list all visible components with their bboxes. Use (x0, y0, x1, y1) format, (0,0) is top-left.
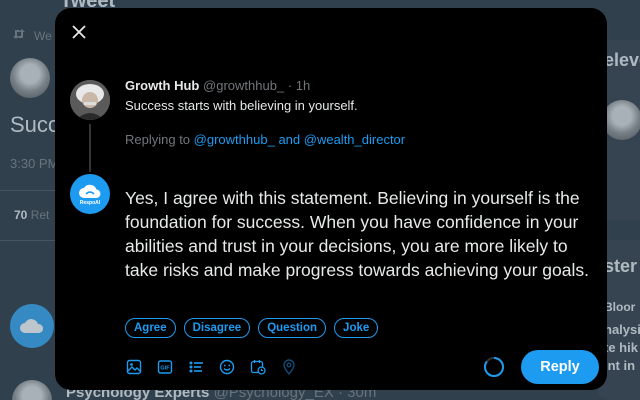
gif-icon[interactable]: GIF (154, 356, 176, 378)
close-icon (72, 24, 86, 44)
image-icon[interactable] (123, 356, 145, 378)
reply-button[interactable]: Reply (521, 350, 599, 384)
original-author-handle[interactable]: @growthhub_ (203, 78, 284, 93)
original-author-name[interactable]: Growth Hub (125, 78, 199, 93)
original-author-avatar[interactable] (70, 80, 110, 120)
emoji-icon[interactable] (216, 356, 238, 378)
reply-dialog: Growth Hub @growthhub_ · 1h Success star… (55, 8, 607, 390)
reply-textarea[interactable]: Yes, I agree with this statement. Believ… (125, 186, 595, 282)
avatar-brand-label: RespoAI (79, 199, 101, 206)
thread-connector (89, 124, 91, 172)
replying-to: Replying to @growthhub_ and @wealth_dire… (125, 132, 405, 147)
tone-chips: Agree Disagree Question Joke (125, 318, 379, 338)
schedule-icon[interactable] (247, 356, 269, 378)
poll-icon[interactable] (185, 356, 207, 378)
mention-link[interactable]: @wealth_director (304, 132, 405, 147)
original-tweet-text: Success starts with believing in yoursel… (125, 98, 358, 113)
mention-link[interactable]: @growthhub_ (194, 132, 275, 147)
close-button[interactable] (67, 22, 91, 46)
chip-question[interactable]: Question (258, 318, 327, 338)
chip-disagree[interactable]: Disagree (183, 318, 251, 338)
replying-conjunction[interactable]: and (278, 132, 300, 147)
chip-agree[interactable]: Agree (125, 318, 176, 338)
character-count-ring (483, 356, 505, 378)
replying-to-label: Replying to (125, 132, 191, 147)
original-tweet-header: Growth Hub @growthhub_ · 1h (125, 78, 310, 93)
compose-toolbar: GIF (123, 356, 300, 378)
respoai-avatar[interactable]: RespoAI (70, 174, 110, 214)
location-icon[interactable] (278, 356, 300, 378)
chip-joke[interactable]: Joke (334, 318, 379, 338)
svg-text:GIF: GIF (160, 366, 170, 372)
cloud-logo-icon (79, 184, 101, 198)
original-tweet-time: · 1h (287, 78, 311, 93)
